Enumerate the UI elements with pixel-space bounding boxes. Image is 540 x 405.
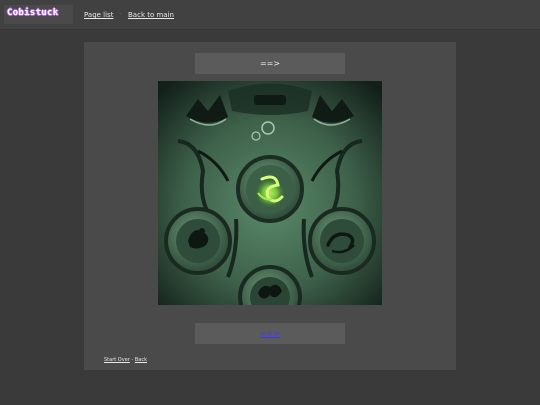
start-over-link[interactable]: Start Over	[104, 357, 130, 363]
page-list-link[interactable]: Page list	[84, 11, 113, 19]
comic-image	[158, 81, 382, 329]
logo-text: Cobistuck	[7, 8, 59, 18]
site-logo[interactable]: Cobistuck	[4, 5, 73, 24]
back-to-main-link[interactable]: Back to main	[128, 11, 174, 19]
next-page-link[interactable]: ==>	[260, 329, 280, 338]
back-link[interactable]: Back	[135, 357, 147, 363]
stone-relief-illustration	[158, 81, 382, 329]
nav-separator: ·	[119, 10, 122, 18]
command-header: ==>	[195, 53, 345, 74]
footer-separator: -	[131, 357, 134, 363]
footer-links: Start Over - Back	[104, 357, 147, 363]
top-nav-bar: Cobistuck Page list · Back to main	[0, 0, 540, 29]
comic-panel: ==> ==> Start Over - Back	[84, 42, 456, 370]
next-page-command: ==>	[195, 323, 345, 344]
